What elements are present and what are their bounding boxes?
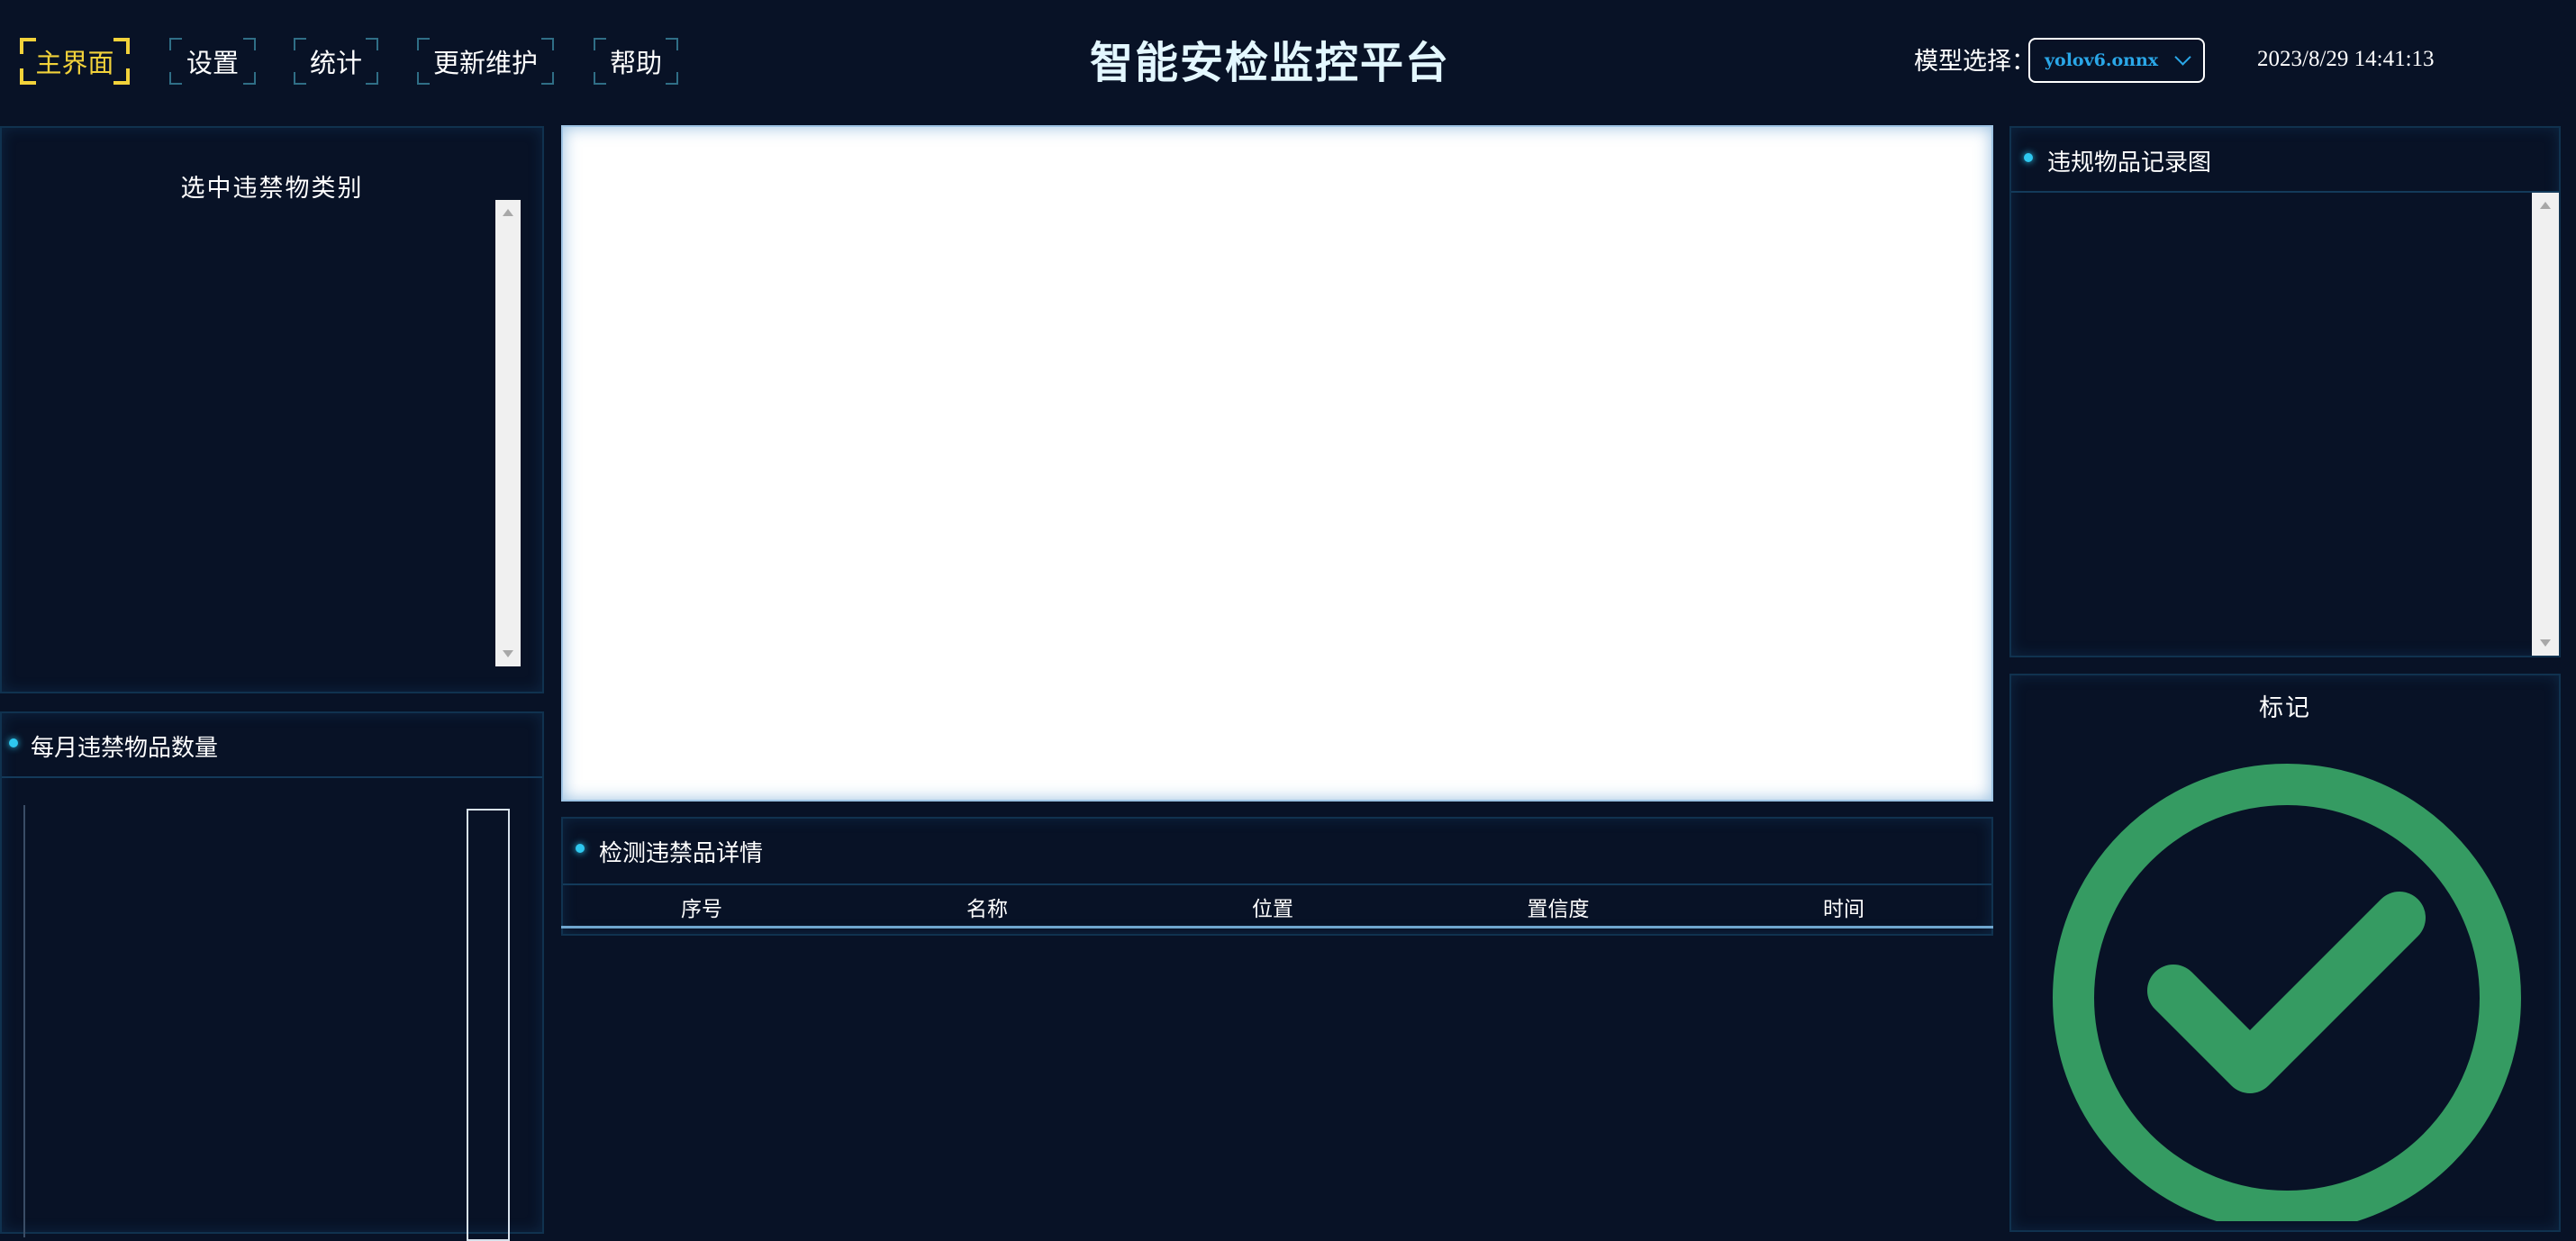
nav-settings[interactable]: 设置 — [169, 38, 256, 85]
nav-bracket — [541, 38, 554, 50]
monthly-count-header: 每月违禁物品数量 — [2, 713, 542, 778]
nav-update[interactable]: 更新维护 — [417, 38, 554, 85]
nav-bracket — [594, 72, 606, 85]
nav-bracket — [594, 38, 606, 50]
nav-statistics-label: 统计 — [309, 48, 362, 78]
mark-title: 标记 — [2259, 694, 2311, 722]
nav-help-label: 帮助 — [609, 48, 662, 78]
check-circle-icon — [2053, 764, 2521, 1221]
nav-bracket — [113, 38, 130, 54]
nav-bracket — [366, 38, 378, 50]
nav-main[interactable]: 主界面 — [20, 38, 130, 85]
monthly-count-title: 每月违禁物品数量 — [31, 735, 219, 762]
nav-bracket — [417, 72, 430, 85]
model-select[interactable]: yolov6.onnx — [2028, 38, 2205, 83]
nav-bracket — [113, 68, 130, 85]
nav-help[interactable]: 帮助 — [594, 38, 678, 85]
nav-bracket — [169, 38, 182, 50]
monthly-count-panel: 每月违禁物品数量 — [0, 711, 544, 1241]
bullet-icon — [2024, 153, 2033, 162]
nav-bracket — [294, 72, 306, 85]
column-header-time: 时间 — [1823, 898, 1864, 921]
violation-record-panel: 违规物品记录图 — [2009, 126, 2561, 657]
category-panel-title: 选中违禁物类别 — [180, 175, 364, 203]
video-display — [561, 125, 1993, 802]
chart-axis-line — [23, 805, 25, 1237]
table-header-divider — [561, 926, 1993, 928]
current-datetime: 2023/8/29 14:41:13 — [2257, 47, 2435, 71]
nav-statistics[interactable]: 统计 — [294, 38, 378, 85]
model-select-label: 模型选择： — [1914, 48, 2036, 76]
nav-bracket — [20, 68, 36, 85]
chart-bar-frame — [467, 809, 510, 1241]
nav-bracket — [541, 72, 554, 85]
detection-details-title: 检测违禁品详情 — [599, 840, 764, 867]
nav-bracket — [417, 38, 430, 50]
detection-details-header: 检测违禁品详情 — [563, 819, 1991, 885]
nav-bracket — [666, 72, 678, 85]
column-header-index: 序号 — [681, 898, 722, 921]
nav-bracket — [20, 38, 36, 54]
mark-panel: 标记 — [2009, 674, 2561, 1232]
app-title: 智能安检监控平台 — [1089, 38, 1450, 88]
bullet-icon — [9, 738, 18, 747]
nav-update-label: 更新维护 — [432, 48, 538, 78]
scroll-down-icon[interactable] — [2540, 639, 2551, 647]
bullet-icon — [576, 844, 585, 853]
nav-bracket — [366, 72, 378, 85]
category-scrollbar[interactable] — [495, 200, 521, 666]
column-header-name: 名称 — [966, 898, 1008, 921]
violation-record-header: 违规物品记录图 — [2011, 128, 2559, 193]
column-header-position: 位置 — [1252, 898, 1293, 921]
scroll-up-icon[interactable] — [503, 209, 513, 216]
chevron-down-icon — [2174, 49, 2191, 66]
nav-main-label: 主界面 — [35, 48, 114, 78]
category-panel: 选中违禁物类别 — [0, 126, 544, 693]
violation-record-title: 违规物品记录图 — [2047, 149, 2212, 177]
nav-bracket — [294, 38, 306, 50]
scroll-up-icon[interactable] — [2540, 202, 2551, 209]
nav-settings-label: 设置 — [186, 48, 239, 78]
nav-bracket — [169, 72, 182, 85]
scroll-down-icon[interactable] — [503, 650, 513, 657]
nav-bracket — [666, 38, 678, 50]
nav-bracket — [243, 72, 256, 85]
model-select-value: yolov6.onnx — [2045, 50, 2159, 70]
record-scrollbar[interactable] — [2532, 193, 2559, 656]
column-header-confidence: 置信度 — [1527, 898, 1590, 921]
nav-bracket — [243, 38, 256, 50]
